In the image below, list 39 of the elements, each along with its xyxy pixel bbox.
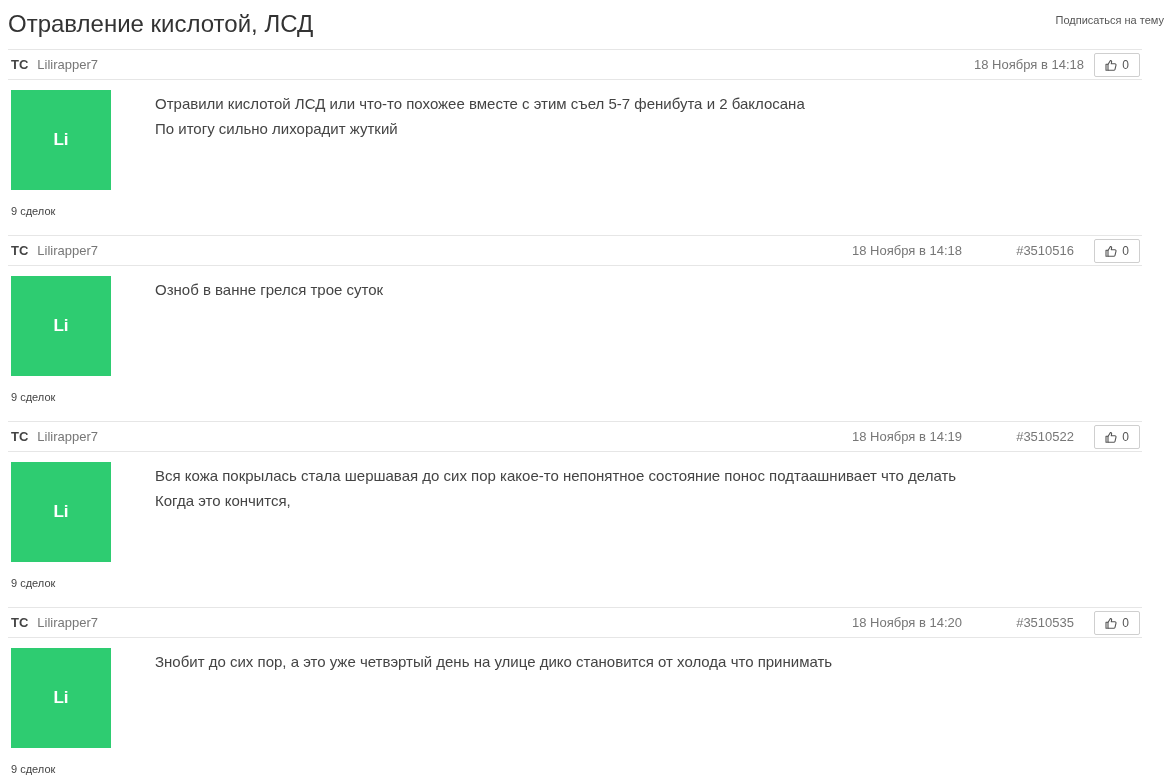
deals-count: 9 сделок <box>11 204 57 219</box>
author-link[interactable]: Lilirapper7 <box>37 240 99 261</box>
post-date: 18 Ноября в 14:18 <box>852 241 962 260</box>
post-number-link[interactable]: #3510522 <box>1016 426 1074 447</box>
topic-title: Отравление кислотой, ЛСД <box>8 9 314 39</box>
post-text: Озноб в ванне грелся трое суток <box>155 280 384 300</box>
post-text: Когда это кончится, <box>155 491 292 511</box>
avatar-tile: Li <box>11 462 111 562</box>
author-link[interactable]: Lilirapper7 <box>37 54 99 75</box>
thumbs-up-icon <box>1105 58 1118 71</box>
author-link[interactable]: Lilirapper7 <box>37 426 99 447</box>
deals-count: 9 сделок <box>11 762 57 777</box>
avatar-tile: Li <box>11 648 111 748</box>
starter-label: TC <box>11 241 29 260</box>
like-button[interactable]: 0 <box>1094 610 1140 635</box>
avatar-tile: Li <box>11 90 111 190</box>
post-text: Знобит до сих пор, а это уже четвэртый день на улице дико становится от холода что принимать <box>155 652 833 672</box>
post-date: 18 Ноября в 14:18 <box>974 55 1084 74</box>
like-button[interactable]: 0 <box>1094 424 1140 449</box>
starter-label: TC <box>11 55 29 74</box>
subscribe-link[interactable]: Подписаться на тему <box>1055 12 1164 29</box>
deals-count: 9 сделок <box>11 576 57 591</box>
like-button[interactable]: 0 <box>1094 52 1140 77</box>
author-link[interactable]: Lilirapper7 <box>37 612 99 633</box>
post-text: Вся кожа покрылась стала шершавая до сих пор какое-то непонятное состояние понос подтаашнивает что делать <box>155 466 957 486</box>
thumbs-up-icon <box>1105 430 1118 443</box>
starter-label: TC <box>11 427 29 446</box>
deals-count: 9 сделок <box>11 390 57 405</box>
post-text: По итогу сильно лихорадит жуткий <box>155 119 399 139</box>
thumbs-up-icon <box>1105 244 1118 257</box>
avatar-tile: Li <box>11 276 111 376</box>
starter-label: TC <box>11 613 29 632</box>
post-date: 18 Ноября в 14:20 <box>852 613 962 632</box>
post-number-link[interactable]: #3510516 <box>1016 240 1074 261</box>
like-button[interactable]: 0 <box>1094 238 1140 263</box>
post-number-link[interactable]: #3510535 <box>1016 612 1074 633</box>
post-text: Отравили кислотой ЛСД или что-то похожее вместе с этим съел 5-7 фенибута и 2 баклосана <box>155 94 805 114</box>
post-date: 18 Ноября в 14:19 <box>852 427 962 446</box>
thumbs-up-icon <box>1105 616 1118 629</box>
